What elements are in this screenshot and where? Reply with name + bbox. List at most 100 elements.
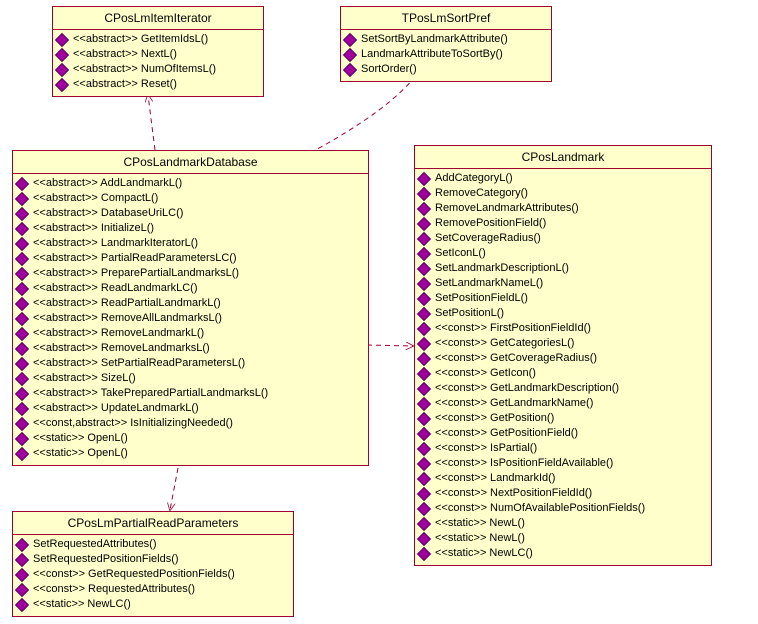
diamond-icon — [343, 32, 357, 46]
method-label: <<abstract>> RemoveLandmarkL() — [33, 326, 204, 341]
diamond-icon — [417, 501, 431, 515]
method-row: <<static>> NewLC() — [17, 597, 289, 612]
class-database[interactable]: CPosLandmarkDatabase <<abstract>> AddLan… — [12, 150, 369, 466]
diamond-icon — [15, 281, 29, 295]
diamond-icon — [15, 552, 29, 566]
method-label: <<const>> IsPartial() — [435, 441, 537, 456]
diamond-icon — [417, 336, 431, 350]
method-row: SetLandmarkNameL() — [419, 276, 707, 291]
method-row: <<const>> GetIcon() — [419, 366, 707, 381]
diamond-icon — [417, 486, 431, 500]
method-label: SetPositionL() — [435, 306, 504, 321]
diamond-icon — [15, 446, 29, 460]
diamond-icon — [417, 531, 431, 545]
diamond-icon — [15, 431, 29, 445]
class-title: CPosLmItemIterator — [53, 7, 263, 30]
diamond-icon — [15, 311, 29, 325]
diamond-icon — [417, 381, 431, 395]
method-row: AddCategoryL() — [419, 171, 707, 186]
class-iterator[interactable]: CPosLmItemIterator <<abstract>> GetItemI… — [52, 6, 264, 97]
diamond-icon — [417, 246, 431, 260]
method-label: <<const>> GetPositionField() — [435, 426, 578, 441]
method-row: <<abstract>> TakePreparedPartialLandmark… — [17, 386, 364, 401]
method-label: <<abstract>> SetPartialReadParametersL() — [33, 356, 245, 371]
method-label: <<abstract>> NextL() — [73, 47, 177, 62]
method-label: <<static>> NewL() — [435, 516, 525, 531]
method-label: SetSortByLandmarkAttribute() — [361, 32, 508, 47]
method-label: LandmarkAttributeToSortBy() — [361, 47, 503, 62]
method-row: SetPositionL() — [419, 306, 707, 321]
method-label: <<const>> GetRequestedPositionFields() — [33, 567, 235, 582]
method-label: SetLandmarkDescriptionL() — [435, 261, 569, 276]
method-row: <<const,abstract>> IsInitializingNeeded(… — [17, 416, 364, 431]
method-row: <<abstract>> ReadPartialLandmarkL() — [17, 296, 364, 311]
method-row: <<abstract>> PartialReadParametersLC() — [17, 251, 364, 266]
class-title: CPosLandmarkDatabase — [13, 151, 368, 174]
diamond-icon — [55, 32, 69, 46]
method-label: <<abstract>> RemoveAllLandmarksL() — [33, 311, 222, 326]
method-row: <<const>> GetRequestedPositionFields() — [17, 567, 289, 582]
class-partialread[interactable]: CPosLmPartialReadParameters SetRequested… — [12, 511, 294, 617]
method-label: <<abstract>> InitializeL() — [33, 221, 154, 236]
dep-db-to-landmark — [367, 345, 413, 346]
method-label: <<const>> IsPositionFieldAvailable() — [435, 456, 613, 471]
diamond-icon — [343, 62, 357, 76]
method-label: SetRequestedPositionFields() — [33, 552, 179, 567]
diamond-icon — [417, 441, 431, 455]
dep-db-to-sortpref — [310, 73, 418, 153]
class-sortpref[interactable]: TPosLmSortPref SetSortByLandmarkAttribut… — [340, 6, 552, 82]
diamond-icon — [343, 47, 357, 61]
method-row: RemovePositionField() — [419, 216, 707, 231]
class-landmark[interactable]: CPosLandmark AddCategoryL()RemoveCategor… — [414, 145, 712, 566]
method-row: <<const>> GetCategoriesL() — [419, 336, 707, 351]
class-title: TPosLmSortPref — [341, 7, 551, 30]
diamond-icon — [417, 351, 431, 365]
method-list: SetRequestedAttributes()SetRequestedPosi… — [13, 535, 293, 616]
method-row: <<abstract>> RemoveAllLandmarksL() — [17, 311, 364, 326]
method-row: SetRequestedAttributes() — [17, 537, 289, 552]
method-row: <<const>> GetLandmarkName() — [419, 396, 707, 411]
method-row: <<abstract>> InitializeL() — [17, 221, 364, 236]
method-label: <<abstract>> GetItemIdsL() — [73, 32, 208, 47]
method-label: <<static>> NewLC() — [435, 546, 533, 561]
method-row: <<abstract>> LandmarkIteratorL() — [17, 236, 364, 251]
method-row: SetCoverageRadius() — [419, 231, 707, 246]
diamond-icon — [417, 291, 431, 305]
method-row: <<const>> GetLandmarkDescription() — [419, 381, 707, 396]
diamond-icon — [15, 416, 29, 430]
method-row: <<abstract>> AddLandmarkL() — [17, 176, 364, 191]
diamond-icon — [417, 411, 431, 425]
method-list: <<abstract>> AddLandmarkL() <<abstract>> … — [13, 174, 368, 465]
diamond-icon — [15, 386, 29, 400]
method-label: <<abstract>> PartialReadParametersLC() — [33, 251, 237, 266]
diamond-icon — [55, 47, 69, 61]
method-label: SetCoverageRadius() — [435, 231, 541, 246]
method-label: <<const>> GetLandmarkDescription() — [435, 381, 619, 396]
method-label: <<const>> RequestedAttributes() — [33, 582, 195, 597]
method-row: RemoveLandmarkAttributes() — [419, 201, 707, 216]
method-row: <<abstract>> GetItemIdsL() — [57, 32, 259, 47]
class-title: CPosLandmark — [415, 146, 711, 169]
method-label: <<const>> GetIcon() — [435, 366, 536, 381]
method-label: <<const>> NumOfAvailablePositionFields() — [435, 501, 645, 516]
diamond-icon — [417, 201, 431, 215]
method-label: <<static>> NewL() — [435, 531, 525, 546]
diamond-icon — [15, 326, 29, 340]
diamond-icon — [15, 597, 29, 611]
method-row: <<const>> RequestedAttributes() — [17, 582, 289, 597]
diamond-icon — [15, 191, 29, 205]
method-row: <<abstract>> UpdateLandmarkL() — [17, 401, 364, 416]
diamond-icon — [417, 276, 431, 290]
method-label: <<const>> GetCategoriesL() — [435, 336, 574, 351]
diamond-icon — [15, 221, 29, 235]
method-row: <<const>> LandmarkId() — [419, 471, 707, 486]
diamond-icon — [417, 516, 431, 530]
method-row: <<static>> OpenL() — [17, 431, 364, 446]
dep-db-to-iterator — [148, 95, 155, 150]
diamond-icon — [417, 396, 431, 410]
method-label: <<abstract>> RemoveLandmarksL() — [33, 341, 210, 356]
diamond-icon — [417, 471, 431, 485]
method-row: <<abstract>> DatabaseUriLC() — [17, 206, 364, 221]
diamond-icon — [15, 537, 29, 551]
diamond-icon — [15, 296, 29, 310]
